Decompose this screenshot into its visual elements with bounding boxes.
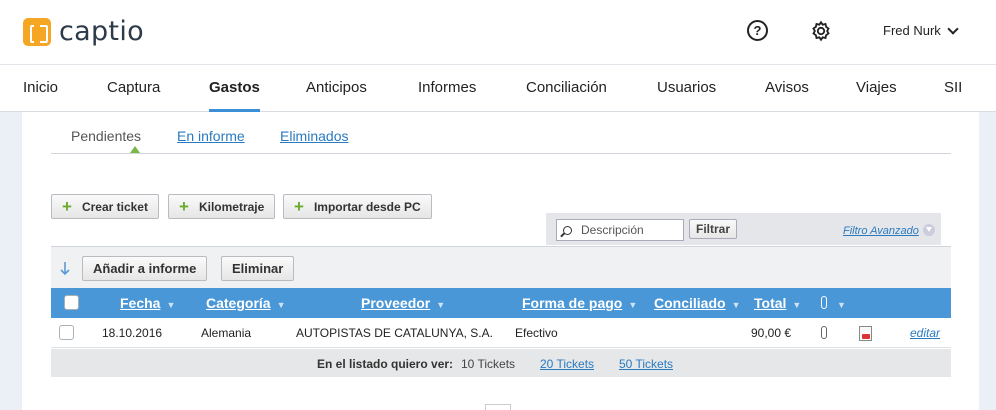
edit-link[interactable]: editar <box>910 326 940 340</box>
import-pc-button[interactable]: + Importar desde PC <box>283 194 432 219</box>
nav-item-usuarios[interactable]: Usuarios <box>657 79 716 96</box>
plus-icon: + <box>179 197 189 216</box>
captio-logo[interactable]: captio <box>23 16 144 47</box>
row-checkbox[interactable] <box>59 325 74 340</box>
cell-fecha: 18.10.2016 <box>102 326 163 340</box>
select-all-checkbox[interactable] <box>64 295 79 310</box>
nav-item-viajes[interactable]: Viajes <box>856 79 897 96</box>
help-icon[interactable]: ? <box>747 20 768 41</box>
column-total[interactable]: Total ▼ <box>754 295 801 311</box>
captio-logo-icon <box>23 17 51 46</box>
column-proveedor[interactable]: Proveedor ▼ <box>361 295 445 311</box>
search-icon <box>563 225 572 235</box>
column-categoria[interactable]: Categoría ▼ <box>206 295 286 311</box>
tab-pendientes[interactable]: Pendientes <box>71 128 141 144</box>
cell-total: 90,00 € <box>751 326 792 340</box>
nav-item-captura[interactable]: Captura <box>107 79 160 96</box>
gear-icon[interactable] <box>810 20 832 42</box>
attachment-sort-icon[interactable]: ▼ <box>831 295 846 311</box>
nav-item-avisos[interactable]: Avisos <box>765 79 809 96</box>
column-fecha[interactable]: Fecha ▼ <box>120 295 175 311</box>
pager-label: En el listado quiero ver: <box>317 357 454 371</box>
table-header: Fecha ▼ Categoría ▼ Proveedor ▼ Forma de pa… <box>51 288 951 318</box>
pager-20-link[interactable]: 20 Tickets <box>540 357 594 371</box>
cell-categoria: Alemania <box>201 326 252 340</box>
paperclip-icon[interactable] <box>821 326 827 339</box>
filter-bar: Descripción Filtrar Filtro Avanzado <box>546 213 941 245</box>
tab-en-informe[interactable]: En informe <box>177 128 245 144</box>
add-to-report-button[interactable]: Añadir a informe <box>82 256 208 281</box>
nav-item-gastos[interactable]: Gastos <box>209 79 260 96</box>
cell-forma-de-pago: Efectivo <box>515 326 558 340</box>
page-control[interactable] <box>485 404 511 410</box>
content-panel: Pendientes En informe Eliminados + Crear… <box>22 112 979 410</box>
column-conciliado[interactable]: Conciliado ▼ <box>654 295 740 311</box>
nav-item-informes[interactable]: Informes <box>418 79 476 96</box>
mileage-label: Kilometraje <box>198 199 265 214</box>
user-menu[interactable]: Fred Nurk <box>883 22 959 38</box>
column-forma-de-pago[interactable]: Forma de pago ▼ <box>522 295 637 311</box>
active-subtab-caret-icon <box>130 146 140 153</box>
plus-icon: + <box>294 197 304 216</box>
chevron-down-icon <box>947 22 959 35</box>
search-input[interactable]: Descripción <box>556 219 684 241</box>
main-nav: Inicio Captura Gastos Anticipos Informes… <box>0 64 996 112</box>
attachment-column-icon[interactable] <box>821 296 827 309</box>
search-placeholder: Descripción <box>581 223 644 237</box>
expand-down-icon[interactable] <box>923 224 935 236</box>
receipt-image-icon[interactable] <box>859 326 872 341</box>
user-name: Fred Nurk <box>883 23 941 38</box>
import-pc-label: Importar desde PC <box>313 199 421 214</box>
filter-button[interactable]: Filtrar <box>689 219 738 239</box>
sub-tabs: Pendientes En informe Eliminados <box>51 112 951 154</box>
nav-item-sii[interactable]: SII <box>944 79 962 96</box>
arrow-down-icon <box>60 262 70 276</box>
actions-bar: Añadir a informe Eliminar <box>51 246 951 288</box>
create-ticket-label: Crear ticket <box>81 199 148 214</box>
mileage-button[interactable]: + Kilometraje <box>168 194 276 219</box>
top-bar: captio ? Fred Nurk <box>0 0 996 64</box>
table-row[interactable]: 18.10.2016 Alemania AUTOPISTAS DE CATALU… <box>51 318 951 348</box>
create-ticket-button[interactable]: + Crear ticket <box>51 194 159 219</box>
delete-button[interactable]: Eliminar <box>221 256 295 281</box>
cell-proveedor: AUTOPISTAS DE CATALUNYA, S.A. <box>296 326 493 340</box>
nav-item-inicio[interactable]: Inicio <box>23 79 58 96</box>
tab-eliminados[interactable]: Eliminados <box>280 128 348 144</box>
advanced-filter-link[interactable]: Filtro Avanzado <box>843 225 919 237</box>
brand-name: captio <box>59 16 144 47</box>
pagination-bar: En el listado quiero ver: 10 Tickets 20 … <box>51 349 951 377</box>
plus-icon: + <box>62 197 72 216</box>
nav-item-anticipos[interactable]: Anticipos <box>306 79 367 96</box>
pager-50-link[interactable]: 50 Tickets <box>619 357 673 371</box>
nav-item-conciliacion[interactable]: Conciliación <box>526 79 607 96</box>
pager-current: 10 Tickets <box>461 357 516 371</box>
